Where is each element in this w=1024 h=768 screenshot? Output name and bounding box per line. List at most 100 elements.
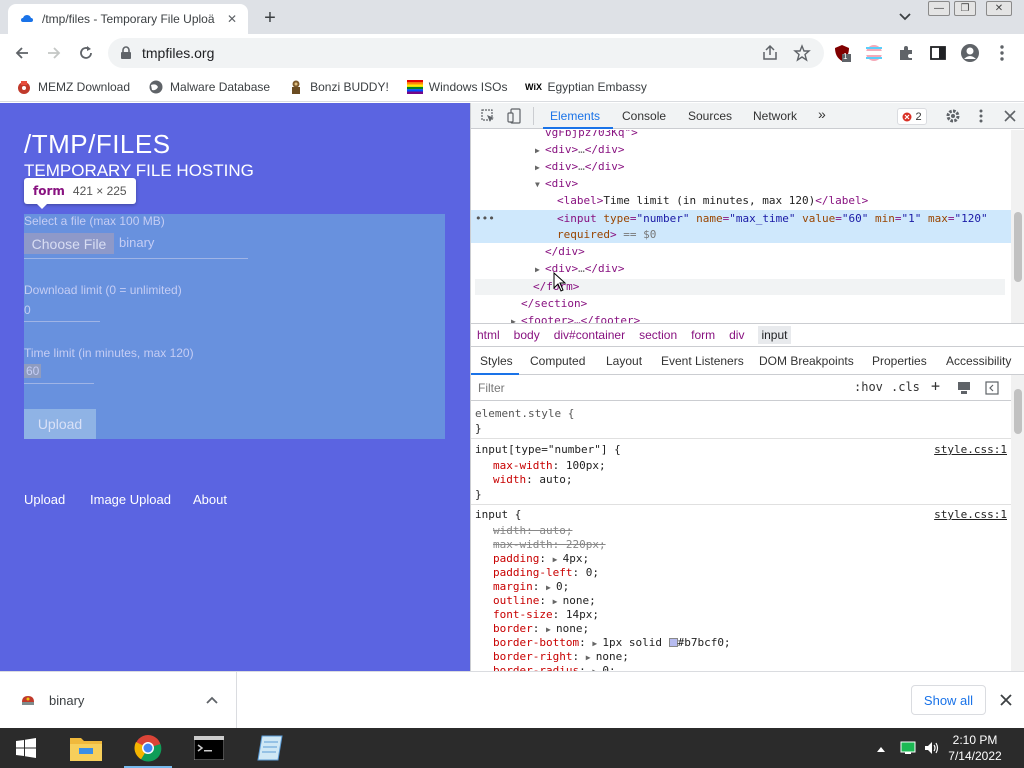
style-declaration[interactable]: border: ▶ none; bbox=[493, 622, 589, 636]
expand-shorthand-icon[interactable]: ▶ bbox=[546, 581, 556, 595]
tab-accessibility[interactable]: Accessibility bbox=[946, 354, 1011, 368]
ublock-extension-icon[interactable]: 1 bbox=[832, 43, 852, 63]
breadcrumb-input[interactable]: input bbox=[758, 326, 791, 344]
expand-shorthand-icon[interactable]: ▶ bbox=[586, 651, 596, 665]
device-toolbar-icon[interactable] bbox=[507, 108, 521, 124]
tab-elements[interactable]: Elements bbox=[550, 109, 600, 123]
bookmark-star-icon[interactable] bbox=[792, 43, 812, 63]
sidebar-toggle-icon[interactable] bbox=[985, 381, 999, 395]
expand-triangle-icon[interactable]: ▶ bbox=[535, 159, 545, 176]
reload-button[interactable] bbox=[74, 41, 98, 65]
show-all-button[interactable]: Show all bbox=[911, 685, 986, 715]
tab-event-listeners[interactable]: Event Listeners bbox=[661, 354, 744, 368]
side-panel-icon[interactable] bbox=[928, 43, 948, 63]
chrome-menu-icon[interactable] bbox=[992, 43, 1012, 63]
tab-close-icon[interactable]: ✕ bbox=[224, 11, 240, 27]
dom-node-footer[interactable]: ▶ <footer>…</footer> bbox=[511, 312, 640, 323]
scrollbar-thumb[interactable] bbox=[1014, 212, 1022, 282]
footer-link-upload[interactable]: Upload bbox=[24, 492, 65, 507]
download-item[interactable]: binary bbox=[0, 672, 237, 729]
devtools-menu-icon[interactable] bbox=[978, 108, 984, 124]
dom-line[interactable]: vgFbjpz703Kq"> bbox=[545, 130, 638, 141]
back-button[interactable] bbox=[10, 41, 34, 65]
node-actions-ellipsis-icon[interactable]: ••• bbox=[475, 210, 495, 227]
bookmark-malware-database[interactable]: Malware Database bbox=[148, 79, 270, 95]
tab-layout[interactable]: Layout bbox=[606, 354, 642, 368]
hov-toggle[interactable]: :hov bbox=[854, 380, 883, 394]
tab-search-icon[interactable] bbox=[896, 8, 914, 26]
extensions-puzzle-icon[interactable] bbox=[896, 43, 916, 63]
maximize-button[interactable]: ❐ bbox=[954, 1, 976, 16]
dom-node-div-expanded[interactable]: ▼ <div> bbox=[535, 175, 578, 192]
system-clock[interactable]: 2:10 PM 7/14/2022 bbox=[940, 732, 1010, 764]
expand-shorthand-icon[interactable]: ▶ bbox=[592, 637, 602, 651]
browser-tab[interactable]: /tmp/files - Temporary File Uploä ✕ bbox=[8, 4, 248, 34]
upload-button[interactable]: Upload bbox=[24, 409, 96, 439]
breadcrumb-form[interactable]: form bbox=[691, 328, 715, 342]
expand-triangle-icon[interactable]: ▶ bbox=[535, 261, 545, 278]
tab-network[interactable]: Network bbox=[753, 109, 797, 123]
bookmark-windows-isos[interactable]: Windows ISOs bbox=[406, 79, 507, 95]
overridden-declaration[interactable]: max-width: 220px; bbox=[493, 538, 606, 552]
footer-link-about[interactable]: About bbox=[193, 492, 227, 507]
inspect-element-icon[interactable] bbox=[481, 109, 495, 123]
styles-scrollbar[interactable] bbox=[1011, 375, 1024, 671]
style-declaration[interactable]: max-width: 100px; bbox=[493, 459, 606, 473]
choose-file-button[interactable]: Choose File bbox=[24, 233, 114, 254]
site-title[interactable]: /TMP/FILES bbox=[24, 129, 171, 160]
show-hidden-icons-chevron-icon[interactable] bbox=[876, 745, 886, 753]
tab-computed[interactable]: Computed bbox=[530, 354, 585, 368]
bookmark-egyptian-embassy[interactable]: WiX Egyptian Embassy bbox=[525, 79, 647, 95]
computed-styles-toggle-icon[interactable] bbox=[957, 381, 971, 395]
expand-triangle-icon[interactable]: ▶ bbox=[511, 313, 521, 323]
scrollbar-thumb[interactable] bbox=[1014, 389, 1022, 434]
command-prompt-taskbar-button[interactable] bbox=[185, 728, 233, 768]
style-declaration[interactable]: font-size: 14px; bbox=[493, 608, 599, 622]
style-declaration[interactable]: border-radius: ▶0; bbox=[493, 664, 616, 671]
breadcrumb-section[interactable]: section bbox=[639, 328, 677, 342]
element-style-selector[interactable]: element.style { bbox=[475, 407, 574, 421]
close-download-bar-icon[interactable] bbox=[1000, 694, 1012, 706]
url-text[interactable]: tmpfiles.org bbox=[142, 45, 214, 61]
trans-flag-extension-icon[interactable] bbox=[864, 43, 884, 63]
bookmark-bonzi-buddy[interactable]: Bonzi BUDDY! bbox=[288, 79, 389, 95]
style-declaration[interactable]: margin: ▶ 0; bbox=[493, 580, 569, 594]
tab-styles[interactable]: Styles bbox=[480, 354, 513, 368]
chrome-taskbar-button[interactable] bbox=[124, 728, 172, 768]
style-declaration[interactable]: border-right: ▶ none; bbox=[493, 650, 629, 664]
tab-console[interactable]: Console bbox=[622, 109, 666, 123]
chevron-up-icon[interactable] bbox=[206, 695, 218, 705]
dom-node-label[interactable]: <label>Time limit (in minutes, max 120)<… bbox=[557, 192, 868, 209]
style-declaration[interactable]: border-bottom: ▶ 1px solid #b7bcf0; bbox=[493, 636, 731, 650]
dom-tree-scrollbar[interactable] bbox=[1011, 130, 1024, 323]
lock-icon[interactable] bbox=[120, 46, 132, 60]
breadcrumb-container[interactable]: div#container bbox=[554, 328, 625, 342]
style-declaration[interactable]: width: auto; bbox=[493, 473, 573, 487]
time-limit-input[interactable]: 60 bbox=[24, 364, 42, 378]
forward-button[interactable] bbox=[42, 41, 66, 65]
volume-icon[interactable] bbox=[924, 741, 940, 755]
tab-properties[interactable]: Properties bbox=[872, 354, 927, 368]
dom-node-div[interactable]: ▶ <div>…</div> bbox=[535, 141, 625, 158]
error-count-badge[interactable]: 2 bbox=[897, 108, 927, 125]
devtools-settings-gear-icon[interactable] bbox=[945, 108, 961, 124]
footer-link-image-upload[interactable]: Image Upload bbox=[90, 492, 171, 507]
more-tabs-chevron-icon[interactable]: » bbox=[818, 106, 826, 122]
breadcrumb-body[interactable]: body bbox=[514, 328, 540, 342]
tab-sources[interactable]: Sources bbox=[688, 109, 732, 123]
breadcrumb-html[interactable]: html bbox=[477, 328, 500, 342]
style-declaration[interactable]: outline: ▶ none; bbox=[493, 594, 596, 608]
dom-node-div[interactable]: ▶ <div>…</div> bbox=[535, 158, 625, 175]
rule-selector-input-number[interactable]: input[type="number"] { bbox=[475, 443, 621, 457]
breadcrumb-div[interactable]: div bbox=[729, 328, 744, 342]
rule-source-link[interactable]: style.css:1 bbox=[934, 508, 1007, 522]
cls-toggle[interactable]: .cls bbox=[891, 380, 920, 394]
dom-node-div[interactable]: ▶ <div>…</div> bbox=[535, 260, 625, 277]
expand-shorthand-icon[interactable]: ▶ bbox=[553, 553, 563, 567]
rule-source-link[interactable]: style.css:1 bbox=[934, 443, 1007, 457]
overridden-declaration[interactable]: width: auto; bbox=[493, 524, 572, 538]
network-icon[interactable] bbox=[900, 741, 916, 755]
new-style-rule-icon[interactable]: + bbox=[931, 377, 940, 395]
style-declaration[interactable]: padding-left: 0; bbox=[493, 566, 599, 580]
address-bar[interactable]: tmpfiles.org bbox=[108, 38, 824, 68]
